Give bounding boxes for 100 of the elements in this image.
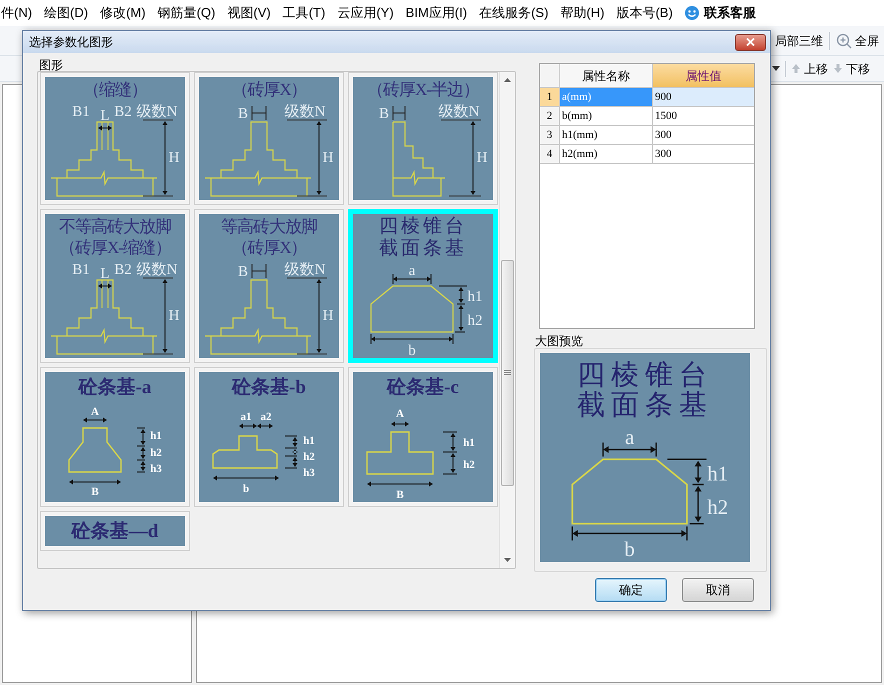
close-button[interactable] — [735, 34, 766, 50]
contact-link[interactable]: 联系客服 — [704, 3, 756, 23]
scrollbar[interactable] — [499, 72, 515, 568]
dimension-arrow — [98, 284, 112, 288]
close-icon — [746, 38, 755, 46]
dimension-label: a — [624, 424, 634, 449]
dimension-arrow — [450, 453, 456, 473]
down-arrow-icon — [833, 63, 843, 74]
menu-item[interactable]: 修改(M) — [99, 3, 147, 23]
shape-option[interactable]: 四棱锥台 截面条基 a h1 h2 b — [348, 209, 498, 363]
section-outline — [366, 431, 434, 475]
dimension-label: h2 — [463, 459, 475, 471]
shape-option[interactable]: 砼条基-b a1 a2 h1 h2 h3 b — [194, 367, 344, 507]
menu-item[interactable]: 件(N) — [0, 3, 34, 23]
shape-option[interactable]: 砼条基—d — [40, 511, 190, 551]
toolbar-button[interactable]: 全屏 — [835, 32, 880, 50]
menu-item[interactable]: 帮助(H) — [559, 3, 606, 23]
extension-line — [602, 442, 604, 457]
extension-line — [370, 334, 372, 344]
toolbar-label: 下移 — [846, 60, 870, 78]
group-label: 大图预览 — [534, 334, 584, 348]
menu-item[interactable]: 在线服务(S) — [478, 3, 550, 23]
dimension-label: a — [408, 263, 416, 279]
dimension-arrow — [603, 446, 656, 454]
up-arrow-icon — [791, 63, 801, 74]
menu-item[interactable]: 工具(T) — [282, 3, 326, 23]
property-value[interactable]: 1500 — [653, 107, 754, 125]
menu-item[interactable]: 云应用(Y) — [336, 3, 395, 23]
dimension-arrow — [367, 482, 433, 486]
diagram-title: 砼条基—d — [72, 520, 158, 544]
dimension-arrow — [458, 287, 464, 303]
dimension-label: L — [100, 266, 110, 282]
property-name[interactable]: h1(mm) — [560, 126, 653, 144]
zoom-icon — [836, 32, 852, 48]
dimension-label: H — [476, 150, 488, 166]
menu-item[interactable]: BIM应用(I) — [404, 3, 468, 23]
dimension-arrow — [694, 486, 702, 522]
dimension-label: 级数N — [136, 104, 178, 120]
dimension-arrow — [140, 429, 146, 445]
dimension-label: H — [322, 150, 334, 166]
dimension-label: B2 — [114, 262, 132, 278]
dimension-label: b — [242, 483, 250, 495]
smiley-icon — [684, 5, 700, 21]
scrollbar-thumb[interactable] — [501, 260, 514, 486]
dimension-arrow — [98, 126, 112, 130]
extension-line — [690, 522, 704, 524]
dimension-label: 级数N — [438, 104, 480, 120]
dimension-arrow — [391, 422, 409, 426]
row-number: 2 — [540, 107, 560, 125]
dimension-label: B2 — [114, 104, 132, 120]
property-name[interactable]: h2(mm) — [560, 145, 653, 163]
menu-item[interactable]: 钢筋量(Q) — [156, 3, 216, 23]
diagram-title: 四棱锥台 — [379, 216, 467, 238]
property-name[interactable]: b(mm) — [560, 107, 653, 125]
dimension-label: h2 — [150, 447, 162, 459]
column-header[interactable]: 属性名称 — [560, 64, 653, 87]
dimension-label: A — [396, 408, 404, 420]
diagram-title: （砖厚X-缩缝） — [59, 237, 171, 258]
dimension-label: b — [408, 343, 416, 358]
section-outline — [68, 427, 122, 473]
column-header[interactable]: 属性值 — [653, 64, 754, 87]
menu-item[interactable]: 视图(V) — [226, 3, 272, 23]
group-label: 图形 — [38, 57, 64, 71]
row-number: 3 — [540, 126, 560, 144]
dialog-button[interactable]: 取消 — [682, 578, 754, 602]
toolbar-button[interactable]: 局部三维 — [774, 32, 824, 50]
dimension-arrow — [694, 460, 702, 484]
diagram-title: 砼条基-b — [232, 376, 306, 400]
dimension-label: B — [238, 264, 248, 280]
dimension-arrow — [292, 457, 298, 467]
dialog-button[interactable]: 确定 — [595, 578, 667, 602]
extension-line — [655, 442, 657, 457]
property-value[interactable]: 900 — [653, 88, 754, 106]
menu-item[interactable]: 版本号(B) — [615, 3, 674, 23]
extension-line — [430, 274, 432, 284]
dimension-label: h2 — [707, 494, 728, 519]
property-value[interactable]: 300 — [653, 126, 754, 144]
dimension-label: B — [379, 106, 389, 122]
diagram-title: （砖厚X-半边） — [367, 79, 479, 100]
dimension-label: B1 — [72, 262, 90, 278]
joint-lines — [102, 122, 108, 150]
diagram-title: 不等高砖大放脚 — [59, 216, 171, 237]
toolbar-button[interactable]: 上移 — [791, 60, 828, 78]
toolbar-button[interactable]: 下移 — [833, 60, 870, 78]
dropdown-caret-icon[interactable] — [772, 66, 780, 72]
menu-item[interactable]: 绘图(D) — [43, 3, 90, 23]
dimension-arrow — [393, 276, 431, 282]
section-outline — [212, 435, 278, 469]
dimension-label: B — [238, 106, 248, 122]
dimension-arrow — [292, 449, 298, 455]
dimension-label: H — [168, 150, 180, 166]
property-value[interactable]: 300 — [653, 145, 754, 163]
joint-lines — [102, 280, 108, 308]
dimension-label: B — [91, 486, 99, 498]
dimension-label: B — [396, 489, 404, 501]
shape-option[interactable]: 砼条基-a A h1 h2 h3 B — [40, 367, 190, 507]
extension-line — [667, 458, 706, 460]
dimension-label: h3 — [150, 463, 162, 475]
shape-option[interactable]: 砼条基-c A h1 h2 B — [348, 367, 498, 507]
dimension-label: 级数N — [284, 262, 326, 278]
